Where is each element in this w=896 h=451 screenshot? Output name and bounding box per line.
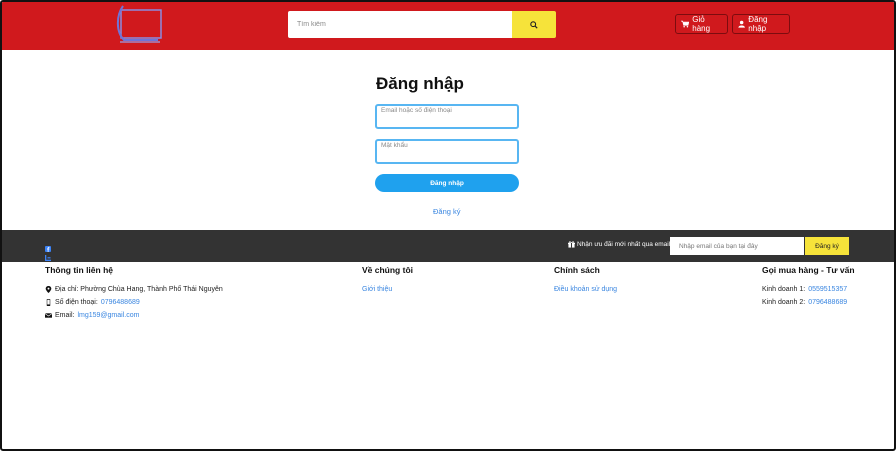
footer-address: Địa chỉ: Phường Chùa Hang, Thành Phố Thá…: [45, 283, 223, 296]
footer-email: Email: lmg159@gmail.com: [45, 309, 223, 322]
footer-about: Về chúng tôi Giới thiệu: [362, 265, 413, 296]
map-marker-icon: [45, 286, 52, 293]
footer-sales1-label: Kinh doanh 1:: [762, 286, 806, 293]
cart-label: Giỏ hàng: [692, 15, 711, 33]
social-links: [45, 239, 51, 261]
footer-hotline-heading: Gọi mua hàng - Tư vấn: [762, 265, 855, 275]
cart-icon: [681, 20, 690, 28]
footer-about-link[interactable]: Giới thiệu: [362, 286, 392, 293]
footer-sales1-link[interactable]: 0559515357: [808, 286, 847, 293]
footer-policy-link[interactable]: Điều khoản sử dụng: [554, 286, 617, 293]
newsletter-email-input[interactable]: [670, 237, 804, 255]
newsletter-label-text: Nhận ưu đãi mới nhất qua email: [577, 241, 671, 248]
footer-sales2: Kinh doanh 2: 0796488689: [762, 296, 855, 309]
page-frame: Giỏ hàng Đăng nhập Đăng nhập Email hoặc …: [0, 0, 896, 451]
login-submit-button[interactable]: Đăng nhập: [375, 174, 519, 192]
search-input[interactable]: [288, 11, 512, 38]
header-login-button[interactable]: Đăng nhập: [732, 14, 790, 34]
register-link[interactable]: Đăng ký: [433, 207, 461, 216]
email-field[interactable]: Email hoặc số điện thoại: [375, 104, 519, 129]
footer-hotline: Gọi mua hàng - Tư vấn Kinh doanh 1: 0559…: [762, 265, 855, 309]
footer-sales2-link[interactable]: 0796488689: [808, 299, 847, 306]
header-login-label: Đăng nhập: [748, 15, 768, 33]
footer-contact: Thông tin liên hệ Địa chỉ: Phường Chùa H…: [45, 265, 223, 322]
search-bar: [288, 11, 556, 38]
user-icon: [738, 20, 745, 28]
footer-contact-heading: Thông tin liên hệ: [45, 265, 113, 275]
footer-policy: Chính sách Điều khoản sử dụng: [554, 265, 617, 296]
footer-phone-link[interactable]: 0796488689: [101, 299, 140, 306]
footer-policy-heading: Chính sách: [554, 265, 600, 275]
password-field[interactable]: Mật khẩu: [375, 139, 519, 164]
footer-email-link[interactable]: lmg159@gmail.com: [77, 312, 139, 319]
newsletter-subscribe-button[interactable]: Đăng ký: [805, 237, 849, 255]
footer-about-heading: Về chúng tôi: [362, 265, 413, 275]
footer-email-label: Email:: [55, 312, 75, 319]
footer-phone: Số điện thoại: 0796488689: [45, 296, 223, 309]
footer-sales1: Kinh doanh 1: 0559515357: [762, 283, 855, 296]
gift-icon: [568, 241, 575, 248]
page-title: Đăng nhập: [376, 74, 464, 93]
envelope-icon: [45, 313, 52, 318]
password-placeholder: Mật khẩu: [381, 142, 408, 149]
logo[interactable]: [114, 4, 164, 46]
email-placeholder: Email hoặc số điện thoại: [381, 107, 452, 114]
mobile-phone-icon: [46, 299, 51, 306]
linkedin-icon[interactable]: [45, 248, 51, 261]
newsletter-label: Nhận ưu đãi mới nhất qua email: [568, 241, 670, 248]
search-icon: [530, 20, 538, 29]
cart-button[interactable]: Giỏ hàng: [675, 14, 728, 34]
search-button[interactable]: [512, 11, 556, 38]
facebook-icon[interactable]: [45, 239, 51, 252]
footer-sales2-label: Kinh doanh 2:: [762, 299, 806, 306]
footer-phone-label: Số điện thoại:: [55, 299, 98, 306]
footer-address-text: Địa chỉ: Phường Chùa Hang, Thành Phố Thá…: [55, 286, 223, 293]
site-header: Giỏ hàng Đăng nhập: [2, 2, 894, 50]
